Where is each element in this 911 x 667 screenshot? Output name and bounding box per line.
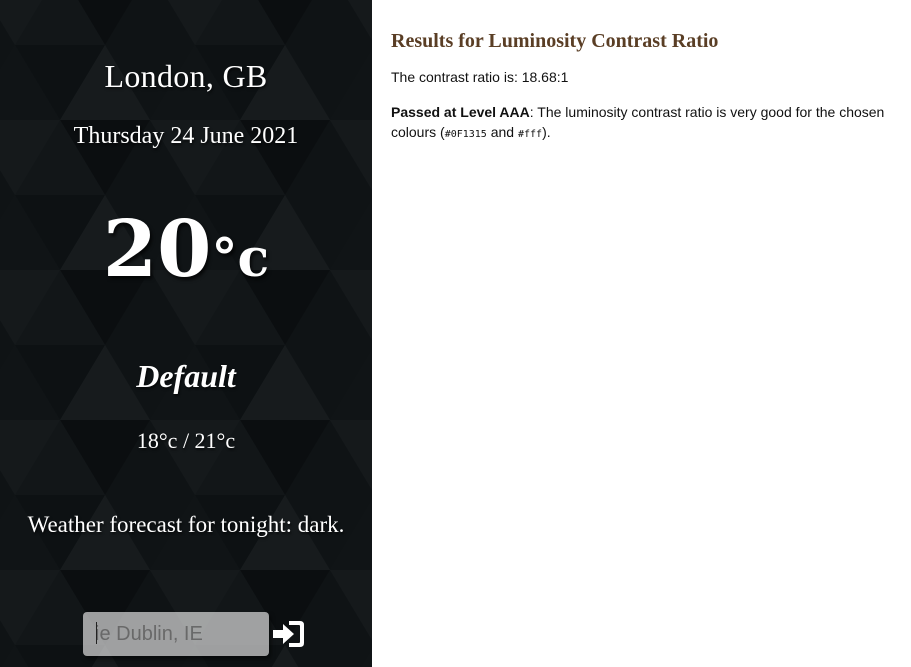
forecast-text: Weather forecast for tonight: dark.: [27, 512, 345, 537]
weather-panel: London, GB Thursday 24 June 2021 20°c De…: [0, 0, 372, 667]
city-search-input[interactable]: [83, 612, 269, 656]
closing-text: ).: [542, 124, 551, 140]
colour-code-foreground: #0F1315: [444, 129, 487, 140]
weather-content: London, GB Thursday 24 June 2021 20°c De…: [0, 0, 372, 667]
verdict-text: Passed at Level AAA: The luminosity cont…: [391, 102, 911, 145]
city-name: London, GB: [104, 58, 268, 94]
results-title: Results for Luminosity Contrast Ratio: [391, 30, 719, 52]
colour-code-background: #fff: [517, 129, 543, 140]
temperature-unit: °c: [211, 228, 270, 289]
level-label: Passed at Level AAA: [391, 104, 530, 120]
current-date: Thursday 24 June 2021: [73, 123, 299, 149]
contrast-results: Results for Luminosity Contrast Ratio Th…: [391, 30, 911, 145]
contrast-ratio-text: The contrast ratio is: 18.68:1: [391, 69, 569, 85]
weather-description: Default: [136, 358, 236, 394]
current-temperature: 20°c: [0, 200, 372, 309]
text-cursor: [96, 622, 97, 644]
and-text: and: [486, 124, 518, 140]
temperature-value: 20: [102, 204, 212, 295]
sign-in-arrow-icon: [273, 621, 304, 647]
search-submit-button[interactable]: [272, 619, 306, 649]
low-high-temperature: 18°c / 21°c: [136, 428, 236, 453]
page: London, GB Thursday 24 June 2021 20°c De…: [0, 0, 911, 667]
